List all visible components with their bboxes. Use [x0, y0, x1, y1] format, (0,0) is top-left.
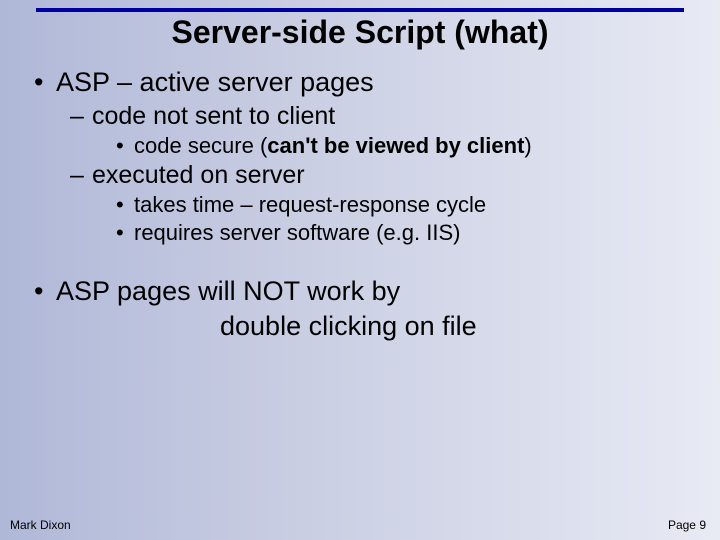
bullet-dash-icon: –	[70, 102, 92, 131]
bullet-dot-icon: •	[116, 192, 134, 218]
footer-page: Page 9	[668, 518, 706, 532]
list-text: ASP pages will NOT work by	[56, 276, 690, 307]
list-item: • requires server software (e.g. IIS)	[116, 220, 690, 246]
list-text: code not sent to client	[92, 102, 690, 131]
list-item: – executed on server	[70, 161, 690, 190]
bullet-dot-icon: •	[116, 133, 134, 159]
footer-author: Mark Dixon	[10, 518, 71, 532]
list-item: • takes time – request-response cycle	[116, 192, 690, 218]
list-text: requires server software (e.g. IIS)	[134, 220, 690, 246]
bullet-dot-icon: •	[30, 276, 56, 307]
title-area: Server-side Script (what)	[0, 0, 720, 65]
bullet-dot-icon: •	[30, 67, 56, 98]
slide-title: Server-side Script (what)	[0, 14, 720, 65]
text-fragment: )	[524, 133, 531, 158]
title-rule	[36, 8, 684, 12]
list-text: takes time – request-response cycle	[134, 192, 690, 218]
list-item: – code not sent to client	[70, 102, 690, 131]
list-item: • ASP pages will NOT work by	[30, 276, 690, 307]
list-text: executed on server	[92, 161, 690, 190]
list-item: • ASP – active server pages	[30, 67, 690, 98]
slide-content: • ASP – active server pages – code not s…	[0, 67, 720, 342]
text-bold: can't be viewed by client	[267, 133, 524, 158]
list-item: • code secure (can't be viewed by client…	[116, 133, 690, 159]
text-fragment: code secure (	[134, 133, 267, 158]
bullet-dot-icon: •	[116, 220, 134, 246]
list-text: ASP – active server pages	[56, 67, 690, 98]
bullet-dash-icon: –	[70, 161, 92, 190]
list-text: code secure (can't be viewed by client)	[134, 133, 690, 159]
list-text-continuation: double clicking on file	[220, 311, 690, 342]
spacer	[30, 248, 690, 274]
